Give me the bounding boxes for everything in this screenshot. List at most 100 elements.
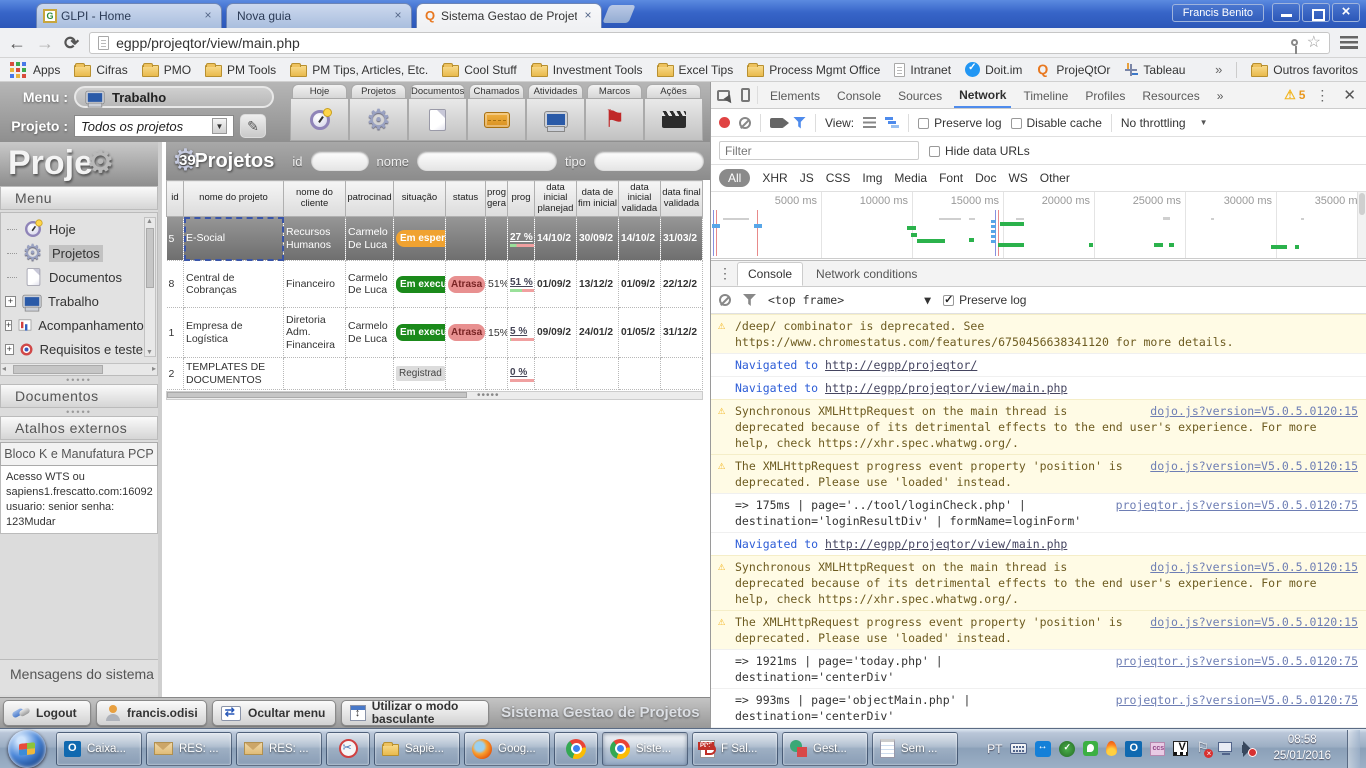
taskbar-button-snip[interactable]: [326, 732, 370, 766]
navigated-link[interactable]: http://egpp/projeqtor/view/main.php: [825, 381, 1067, 395]
toolbar-tab-atividades[interactable]: Atividades: [526, 84, 585, 141]
devtools-more-tabs[interactable]: »: [1212, 83, 1229, 107]
bookmark-star-icon[interactable]: ☆: [1307, 35, 1321, 51]
message-source-link[interactable]: dojo.js?version=V5.0.5.0120:15: [1150, 403, 1358, 419]
devtools-tab-console[interactable]: Console: [832, 83, 886, 107]
url-text[interactable]: egpp/projeqtor/view/main.php: [116, 35, 1284, 51]
console-filter-icon[interactable]: [743, 294, 756, 306]
sidebar-item-projetos[interactable]: Projetos: [5, 241, 143, 265]
expand-icon[interactable]: +: [5, 296, 16, 307]
bookmark-item[interactable]: »: [1215, 62, 1222, 77]
console-drawer-tab-console[interactable]: Console: [737, 262, 803, 286]
bookmark-apps[interactable]: Apps: [8, 62, 60, 78]
sidebar-atalhos-header[interactable]: Atalhos externos: [0, 416, 158, 440]
trayflag-tray-icon[interactable]: [1196, 741, 1210, 756]
sidebar-documentos-header[interactable]: Documentos: [0, 384, 158, 408]
window-maximize-button[interactable]: [1302, 3, 1330, 22]
browser-tab-nova-guia[interactable]: Nova guia: [226, 3, 412, 28]
column-header-status[interactable]: status: [446, 181, 486, 217]
taskbar-button-caixa[interactable]: Caixa...: [56, 732, 142, 766]
taskbar-button-res[interactable]: RES: ...: [146, 732, 232, 766]
cell-nome[interactable]: E-Social: [184, 217, 284, 261]
back-icon[interactable]: ←: [8, 34, 26, 52]
start-button[interactable]: [8, 730, 46, 768]
column-header-data-de-fim-inicial[interactable]: data de fim inicial: [577, 181, 619, 217]
column-header-prog-gera[interactable]: prog gera: [486, 181, 508, 217]
splitter-dots[interactable]: •••••: [0, 408, 158, 416]
pink-tray-icon[interactable]: [1150, 742, 1165, 756]
bookmark-pmo[interactable]: PMO: [142, 63, 191, 77]
tab-close-icon[interactable]: [201, 9, 215, 23]
devtools-tab-elements[interactable]: Elements: [765, 83, 825, 107]
filter-pill-other[interactable]: Other: [1040, 171, 1070, 185]
filter-icon[interactable]: [793, 117, 806, 129]
chrome-menu-icon[interactable]: [1340, 36, 1358, 49]
mute-tray-icon[interactable]: [1242, 745, 1247, 753]
sidebar-mensagens-header[interactable]: Mensagens do sistema: [0, 659, 158, 695]
sidebar-hscrollbar[interactable]: [1, 363, 157, 375]
inspect-element-icon[interactable]: [717, 90, 730, 101]
bookmark-pm-tools[interactable]: PM Tools: [205, 63, 276, 77]
column-header-patrocinad[interactable]: patrocinad: [346, 181, 394, 217]
device-mode-icon[interactable]: [741, 88, 750, 102]
message-source-link[interactable]: dojo.js?version=V5.0.5.0120:15: [1150, 458, 1358, 474]
bookmark-doit-im[interactable]: Doit.im: [965, 62, 1022, 77]
column-header-situacao[interactable]: situação: [394, 181, 446, 217]
taskbar-button-res[interactable]: RES: ...: [236, 732, 322, 766]
devtools-tab-timeline[interactable]: Timeline: [1018, 83, 1073, 107]
bookmark-excel-tips[interactable]: Excel Tips: [657, 63, 734, 77]
clear-icon[interactable]: [739, 117, 751, 129]
net-tray-icon[interactable]: [1218, 742, 1232, 752]
show-desktop-button[interactable]: [1347, 730, 1360, 768]
address-bar[interactable]: egpp/projeqtor/view/main.php ☆: [89, 32, 1330, 54]
tv-tray-icon[interactable]: [1035, 741, 1051, 757]
preserve-log-checkbox[interactable]: Preserve log: [918, 116, 1001, 130]
new-tab-button[interactable]: [602, 5, 635, 23]
devtools-tab-profiles[interactable]: Profiles: [1080, 83, 1130, 107]
forward-icon[interactable]: →: [36, 34, 54, 52]
upd-tray-icon[interactable]: [1059, 741, 1075, 757]
taskbar-button-chrome[interactable]: [554, 732, 598, 766]
warning-count-badge[interactable]: ⚠5: [1284, 87, 1305, 103]
bookmark-pm-tips-articles-etc[interactable]: PM Tips, Articles, Etc.: [290, 63, 428, 77]
table-row[interactable]: 8Central de CobrançasFinanceiroCarmelo D…: [167, 261, 703, 308]
sidebar-vscrollbar[interactable]: [144, 217, 156, 357]
logout-button[interactable]: Logout: [3, 700, 91, 726]
column-header-prog[interactable]: prog: [508, 181, 535, 217]
bookmark-cifras[interactable]: Cifras: [74, 63, 127, 77]
checkbox-checked-icon[interactable]: [943, 295, 954, 306]
expand-icon[interactable]: +: [5, 320, 12, 331]
bookmark-investment-tools[interactable]: Investment Tools: [531, 63, 643, 77]
toolbar-tab-marcos[interactable]: Marcos: [585, 84, 644, 141]
language-indicator[interactable]: PT: [987, 742, 1002, 756]
list-view-icon[interactable]: [863, 117, 876, 128]
navigated-link[interactable]: http://egpp/projeqtor/view/main.php: [825, 537, 1067, 551]
toolbar-tab-hoje[interactable]: Hoje: [290, 84, 349, 141]
throttling-select[interactable]: No throttling▼: [1121, 116, 1208, 130]
disable-cache-checkbox[interactable]: Disable cache: [1011, 116, 1102, 130]
table-hscrollbar[interactable]: •••••: [166, 391, 703, 400]
sidebar-item-documentos[interactable]: Documentos: [5, 265, 143, 289]
drawer-menu-icon[interactable]: ⋮: [715, 265, 735, 282]
bookmark-outros-favoritos[interactable]: Outros favoritos: [1251, 63, 1358, 77]
timeline-scrollbar[interactable]: [1357, 192, 1366, 258]
filter-pill-media[interactable]: Media: [894, 171, 927, 185]
cell-nome[interactable]: TEMPLATES DE DOCUMENTOS: [184, 358, 284, 390]
expand-icon[interactable]: +: [5, 344, 14, 355]
devtools-tab-network[interactable]: Network: [954, 82, 1011, 108]
menu-context-field[interactable]: Trabalho: [74, 86, 274, 108]
taskbar-button-siste[interactable]: Siste...: [602, 732, 688, 766]
key-icon[interactable]: [1291, 39, 1298, 46]
table-row[interactable]: 2TEMPLATES DE DOCUMENTOSRegistrad0 %: [167, 358, 703, 390]
column-header-nome-do-projeto[interactable]: nome do projeto: [184, 181, 284, 217]
nome-filter-input[interactable]: [417, 151, 557, 171]
column-header-data-final-validada[interactable]: data final validada: [661, 181, 703, 217]
checkbox-icon[interactable]: [929, 146, 940, 157]
filter-pill-all[interactable]: All: [719, 169, 750, 187]
checkbox-icon[interactable]: [918, 118, 929, 129]
scroll-thumb[interactable]: [146, 228, 154, 288]
chrome-profile-button[interactable]: Francis Benito: [1172, 4, 1264, 22]
id-filter-input[interactable]: [311, 151, 369, 171]
filter-pill-xhr[interactable]: XHR: [762, 171, 787, 185]
taskbar-button-sapie[interactable]: Sapie...: [374, 732, 460, 766]
